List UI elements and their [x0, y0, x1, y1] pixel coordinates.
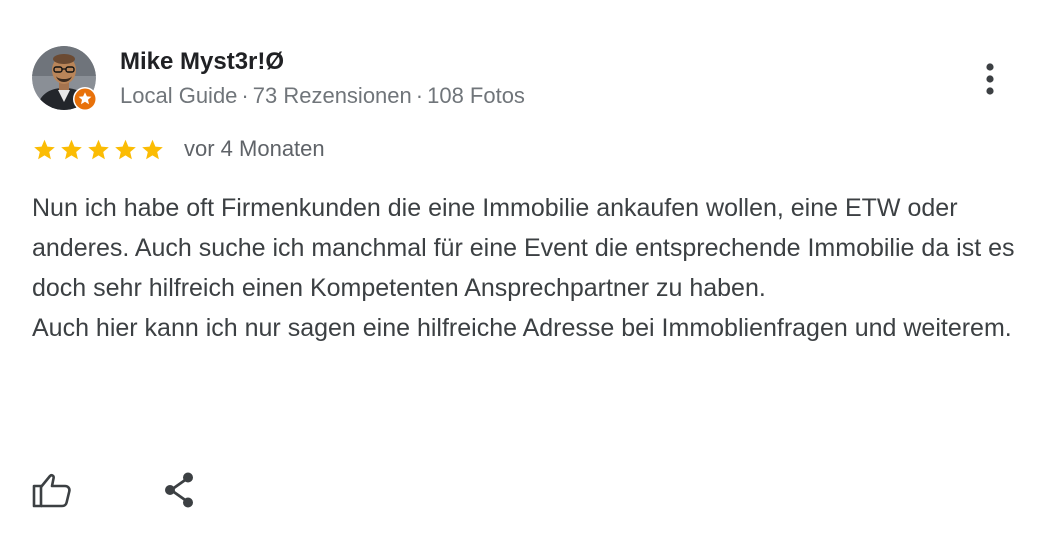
review-card: Mike Myst3r!Ø Local Guide · 73 Rezensionen… [0, 0, 1046, 554]
review-paragraph: Nun ich habe oft Firmenkunden die eine I… [32, 194, 1015, 302]
star-filled-icon [88, 139, 109, 160]
meta-separator: · [241, 83, 249, 108]
share-button[interactable] [158, 468, 202, 512]
thumb-up-outline-icon [32, 474, 71, 508]
star-filled-icon [115, 139, 136, 160]
more-vert-icon [986, 63, 994, 95]
star-filled-icon [34, 139, 55, 160]
like-button[interactable] [30, 470, 74, 510]
review-text: Nun ich habe oft Firmenkunden die eine I… [32, 188, 1022, 348]
star-filled-icon [142, 139, 163, 160]
reviewer-name[interactable]: Mike Myst3r!Ø [120, 46, 284, 78]
star-filled-icon [61, 139, 82, 160]
reviewer-avatar[interactable] [32, 46, 97, 111]
meta-separator: · [415, 83, 424, 108]
review-count: 73 Rezensionen [252, 83, 412, 108]
review-date: vor 4 Monaten [184, 136, 325, 161]
more-options-button[interactable] [974, 60, 1006, 100]
local-guide-badge-icon [73, 87, 97, 111]
share-icon [165, 472, 193, 508]
star-rating [32, 138, 165, 162]
photo-count: 108 Fotos [427, 83, 525, 108]
review-paragraph: Auch hier kann ich nur sagen eine hilfre… [32, 314, 1012, 342]
reviewer-meta: Local Guide · 73 Rezensionen · 108 Fotos [120, 81, 525, 111]
local-guide-label: Local Guide [120, 83, 238, 108]
